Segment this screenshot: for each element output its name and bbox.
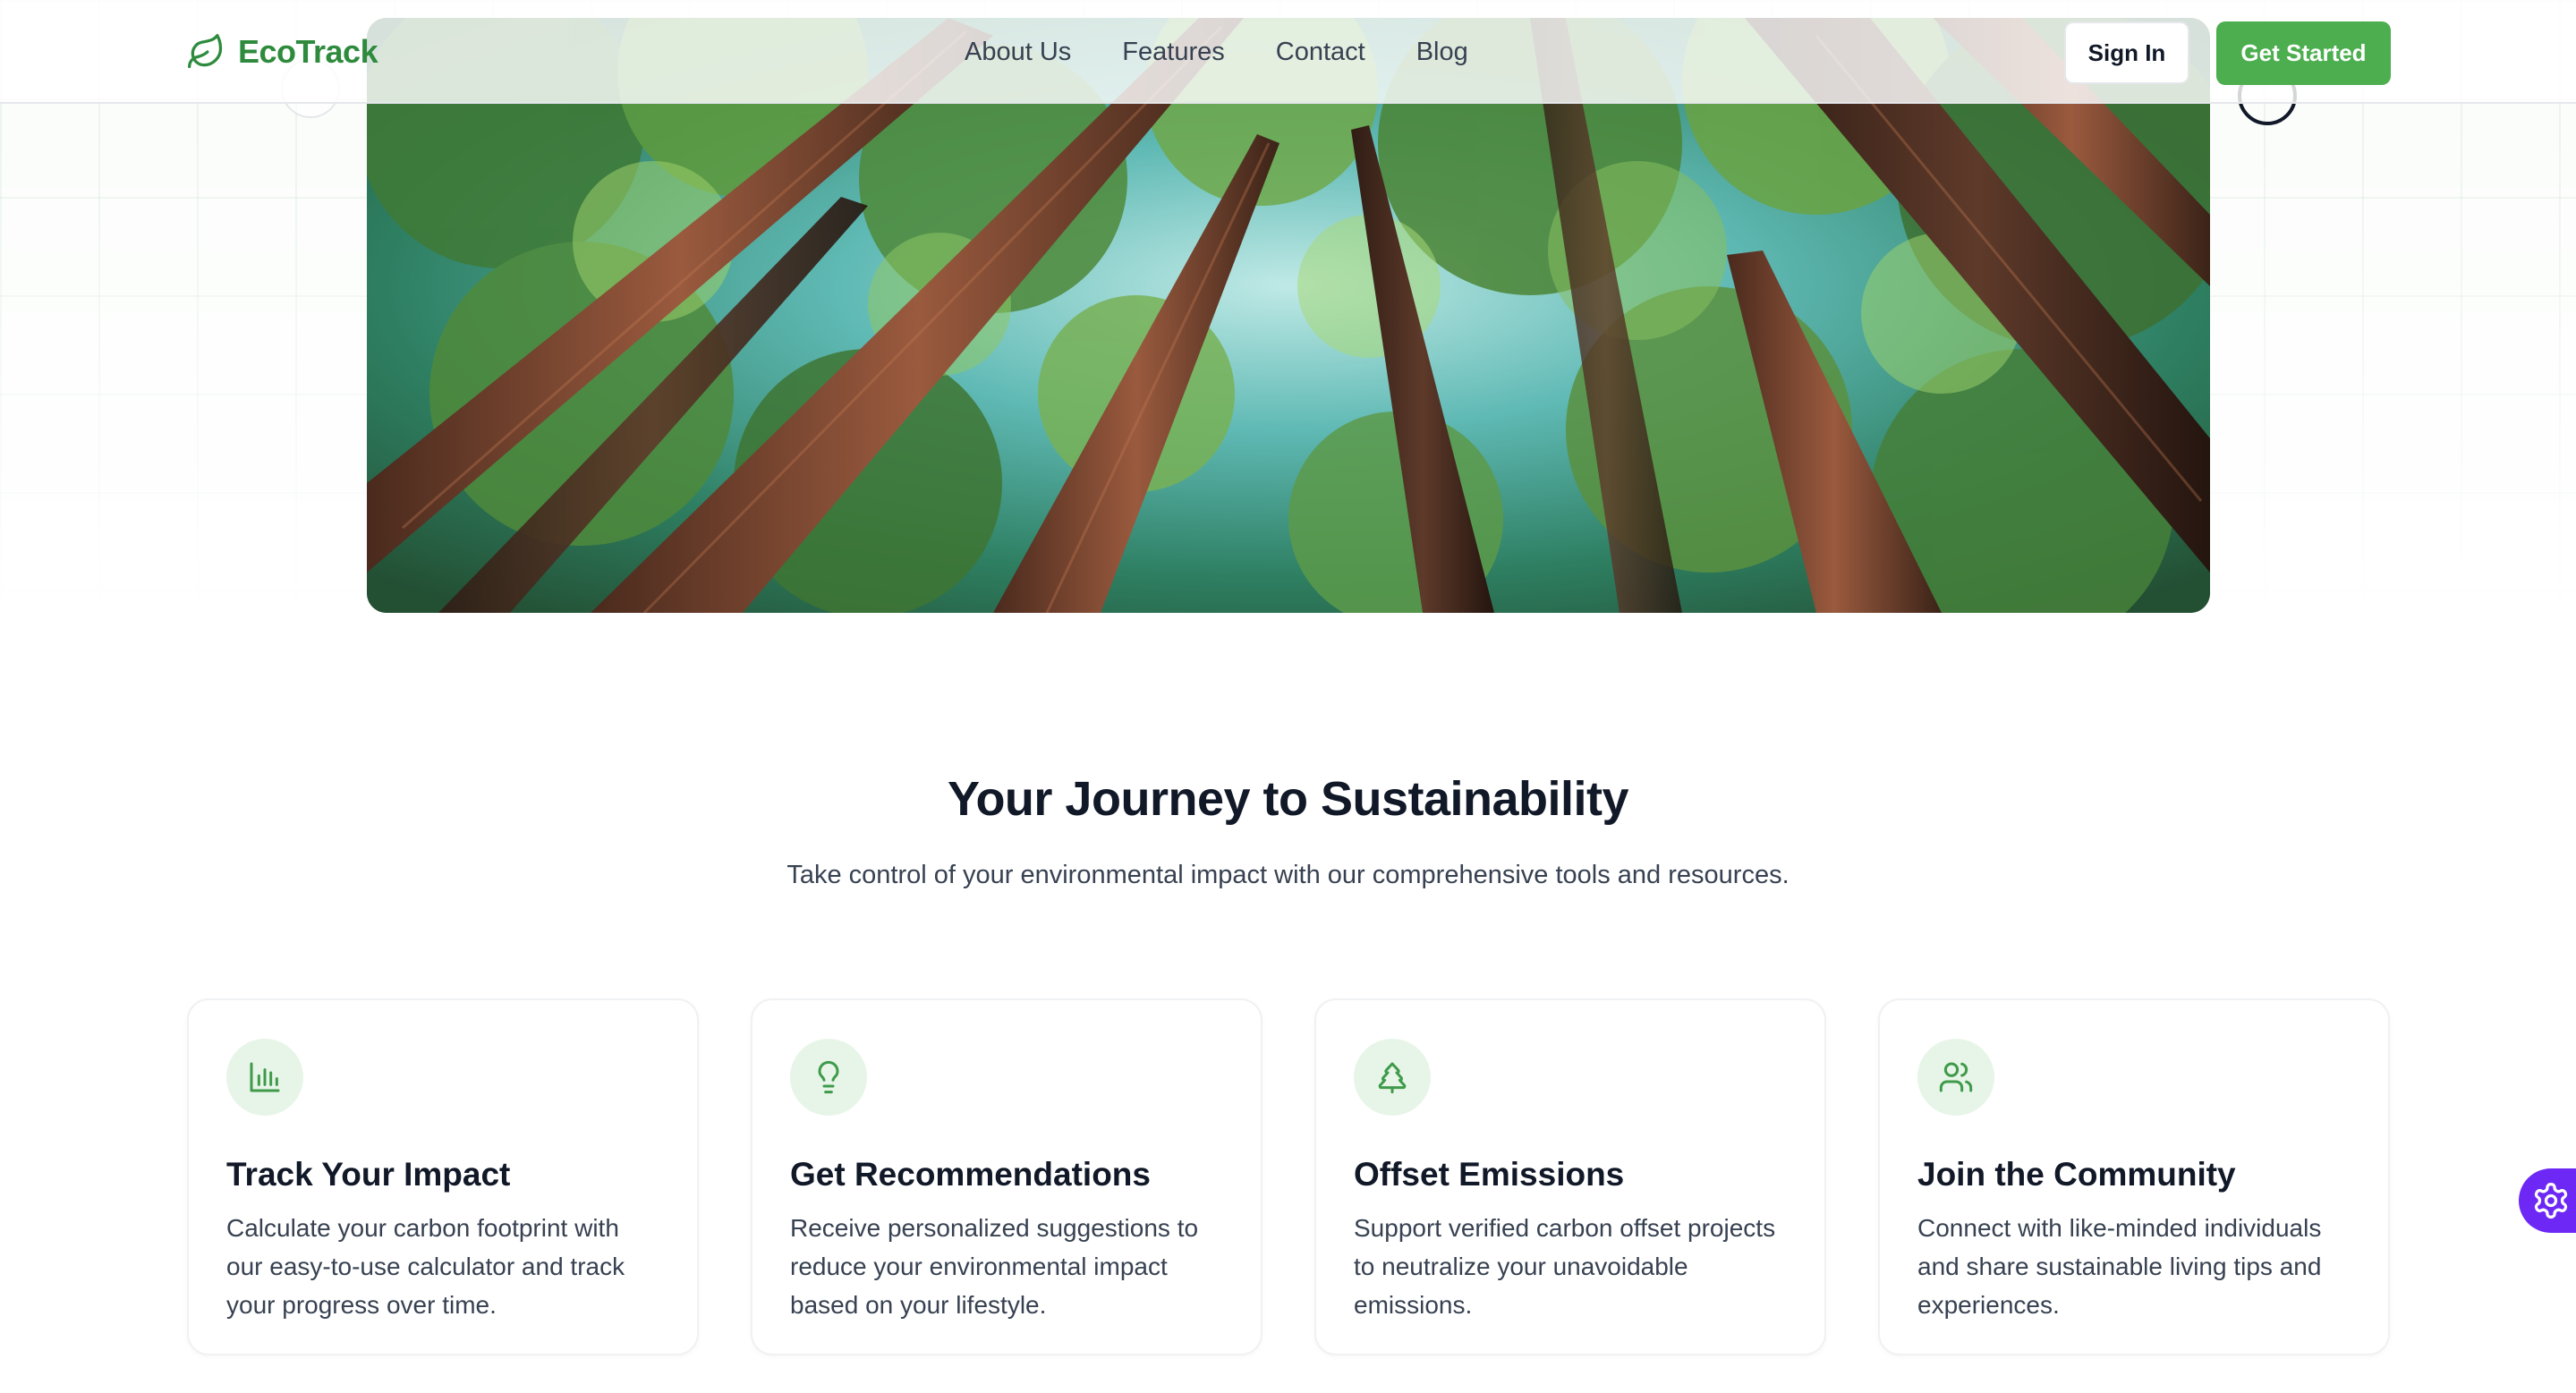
- tree-icon: [1354, 1039, 1431, 1116]
- bar-chart-icon: [226, 1039, 303, 1116]
- feature-cards: Track Your Impact Calculate your carbon …: [187, 998, 2390, 1355]
- feature-card-track-impact: Track Your Impact Calculate your carbon …: [187, 998, 699, 1355]
- feature-card-community: Join the Community Connect with like-min…: [1878, 998, 2390, 1355]
- site-header: EcoTrack About Us Features Contact Blog …: [0, 0, 2576, 104]
- brand-logo[interactable]: EcoTrack: [186, 27, 378, 77]
- feature-description: Support verified carbon offset projects …: [1354, 1214, 1776, 1320]
- nav-link-features[interactable]: Features: [1122, 38, 1224, 67]
- settings-gear-icon: [2534, 1183, 2568, 1219]
- users-icon: [1917, 1039, 1994, 1116]
- hero-image: [367, 18, 2210, 613]
- feature-card-offset-emissions: Offset Emissions Support verified carbon…: [1314, 998, 1826, 1355]
- feature-card-recommendations: Get Recommendations Receive personalized…: [751, 998, 1262, 1355]
- feature-title: Offset Emissions: [1354, 1156, 1625, 1193]
- lightbulb-icon: [790, 1039, 867, 1116]
- feature-description: Connect with like-minded individuals and…: [1917, 1214, 2322, 1320]
- nav-link-contact[interactable]: Contact: [1276, 38, 1365, 67]
- nav-link-about-us[interactable]: About Us: [965, 38, 1071, 67]
- section-subtitle: Take control of your environmental impac…: [786, 861, 1790, 889]
- feature-description: Calculate your carbon footprint with our…: [226, 1214, 625, 1320]
- brand-name: EcoTrack: [238, 33, 378, 70]
- settings-widget-button[interactable]: [2519, 1168, 2576, 1233]
- leaf-icon: [188, 34, 223, 69]
- main-nav: About Us Features Contact Blog: [965, 32, 1468, 72]
- section-title: Your Journey to Sustainability: [947, 772, 1629, 826]
- nav-link-blog[interactable]: Blog: [1416, 38, 1468, 67]
- feature-title: Join the Community: [1917, 1156, 2236, 1193]
- feature-title: Track Your Impact: [226, 1156, 511, 1193]
- sign-in-button[interactable]: Sign In: [2064, 21, 2189, 84]
- feature-title: Get Recommendations: [790, 1156, 1151, 1193]
- feature-description: Receive personalized suggestions to redu…: [790, 1214, 1199, 1320]
- get-started-button[interactable]: Get Started: [2216, 21, 2391, 85]
